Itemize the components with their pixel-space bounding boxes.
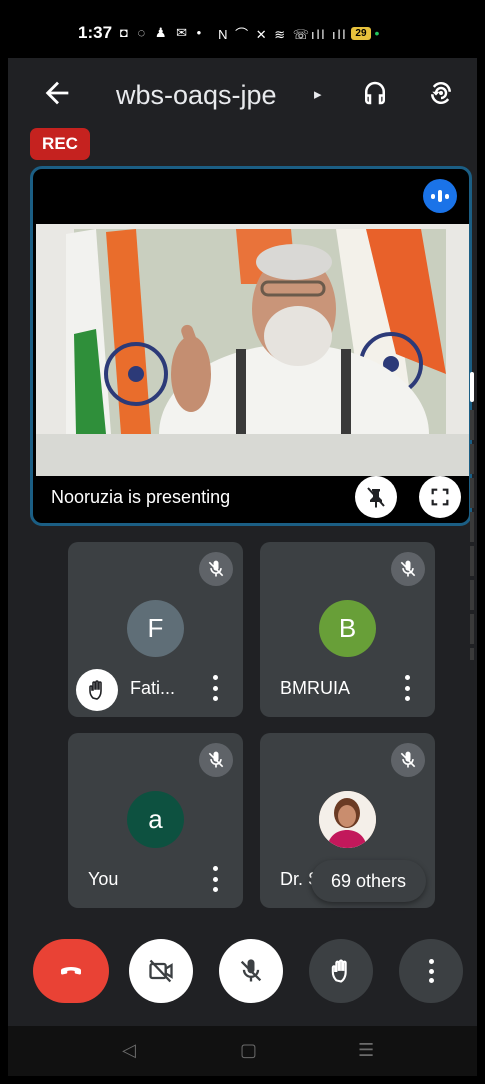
unpin-icon[interactable] bbox=[355, 476, 397, 518]
mic-off-icon bbox=[199, 743, 233, 777]
participant-name: BMRUIA bbox=[280, 678, 351, 698]
end-call-button[interactable] bbox=[33, 939, 109, 1003]
mic-off-icon bbox=[240, 959, 262, 982]
shared-screen-video bbox=[36, 224, 469, 476]
avatar: B bbox=[319, 600, 376, 657]
fullscreen-icon[interactable] bbox=[419, 476, 461, 518]
battery-icon: 29 bbox=[351, 26, 371, 40]
meeting-details-caret-icon[interactable]: ▸ bbox=[314, 85, 322, 103]
headset-icon[interactable] bbox=[360, 78, 390, 108]
status-dot-icon: • bbox=[374, 25, 380, 41]
meet-screen: 1:37 ◘ ◌ ♟ ✉ • N ⌒ ✕ ≋ ☏ıll ıll 29 • wbs… bbox=[8, 8, 477, 1076]
others-count-badge[interactable]: 69 others bbox=[311, 860, 426, 902]
avatar: F bbox=[127, 600, 184, 657]
more-options-button[interactable] bbox=[399, 939, 463, 1003]
presentation-tile[interactable]: Nooruzia is presenting bbox=[30, 166, 472, 526]
participant-name: You bbox=[88, 869, 119, 889]
nav-home-icon[interactable]: ▢ bbox=[240, 1040, 257, 1061]
scrollbar-thumb[interactable] bbox=[470, 372, 474, 402]
more-options-icon[interactable] bbox=[209, 866, 221, 892]
mic-off-icon bbox=[391, 743, 425, 777]
mic-off-icon bbox=[199, 552, 233, 586]
system-icons: N ⌒ ✕ ≋ ☏ıll ıll bbox=[218, 26, 348, 42]
participant-tile[interactable]: B BMRUIA bbox=[260, 542, 435, 717]
switch-camera-icon[interactable] bbox=[426, 78, 456, 108]
status-bar: 1:37 ◘ ◌ ♟ ✉ • N ⌒ ✕ ≋ ☏ıll ıll 29 • bbox=[8, 8, 477, 58]
mic-off-button[interactable] bbox=[219, 939, 283, 1003]
speaking-indicator-icon bbox=[423, 179, 457, 213]
camera-off-button[interactable] bbox=[129, 939, 193, 1003]
system-nav-bar: ◁ ▢ ☰ bbox=[8, 1026, 477, 1076]
scrollbar-track bbox=[470, 410, 474, 660]
participant-tile[interactable]: a You bbox=[68, 733, 243, 908]
more-options-icon[interactable] bbox=[209, 675, 221, 701]
raise-hand-button[interactable] bbox=[309, 939, 373, 1003]
recording-badge: REC bbox=[30, 128, 90, 160]
more-vert-icon bbox=[428, 959, 434, 983]
participant-name: Fati... bbox=[130, 678, 176, 698]
back-arrow-icon[interactable] bbox=[40, 76, 74, 110]
presenting-caption: Nooruzia is presenting bbox=[51, 487, 231, 507]
avatar: a bbox=[127, 791, 184, 848]
raised-hand-icon bbox=[76, 669, 118, 711]
nav-recents-icon[interactable]: ☰ bbox=[358, 1040, 374, 1061]
participant-tile[interactable]: F Fati... bbox=[68, 542, 243, 717]
nav-back-icon[interactable]: ◁ bbox=[122, 1040, 136, 1061]
more-options-icon[interactable] bbox=[401, 675, 413, 701]
mic-off-icon bbox=[391, 552, 425, 586]
status-time: 1:37 bbox=[78, 23, 113, 42]
meeting-header: wbs-oaqs-jpe ▸ bbox=[8, 68, 477, 118]
hand-icon bbox=[331, 959, 347, 983]
meeting-code[interactable]: wbs-oaqs-jpe bbox=[116, 80, 277, 111]
notification-icons: ◘ ◌ ♟ ✉ • bbox=[120, 25, 205, 40]
hang-up-icon bbox=[61, 967, 81, 975]
avatar-photo bbox=[319, 791, 376, 848]
video-off-icon bbox=[149, 959, 173, 983]
